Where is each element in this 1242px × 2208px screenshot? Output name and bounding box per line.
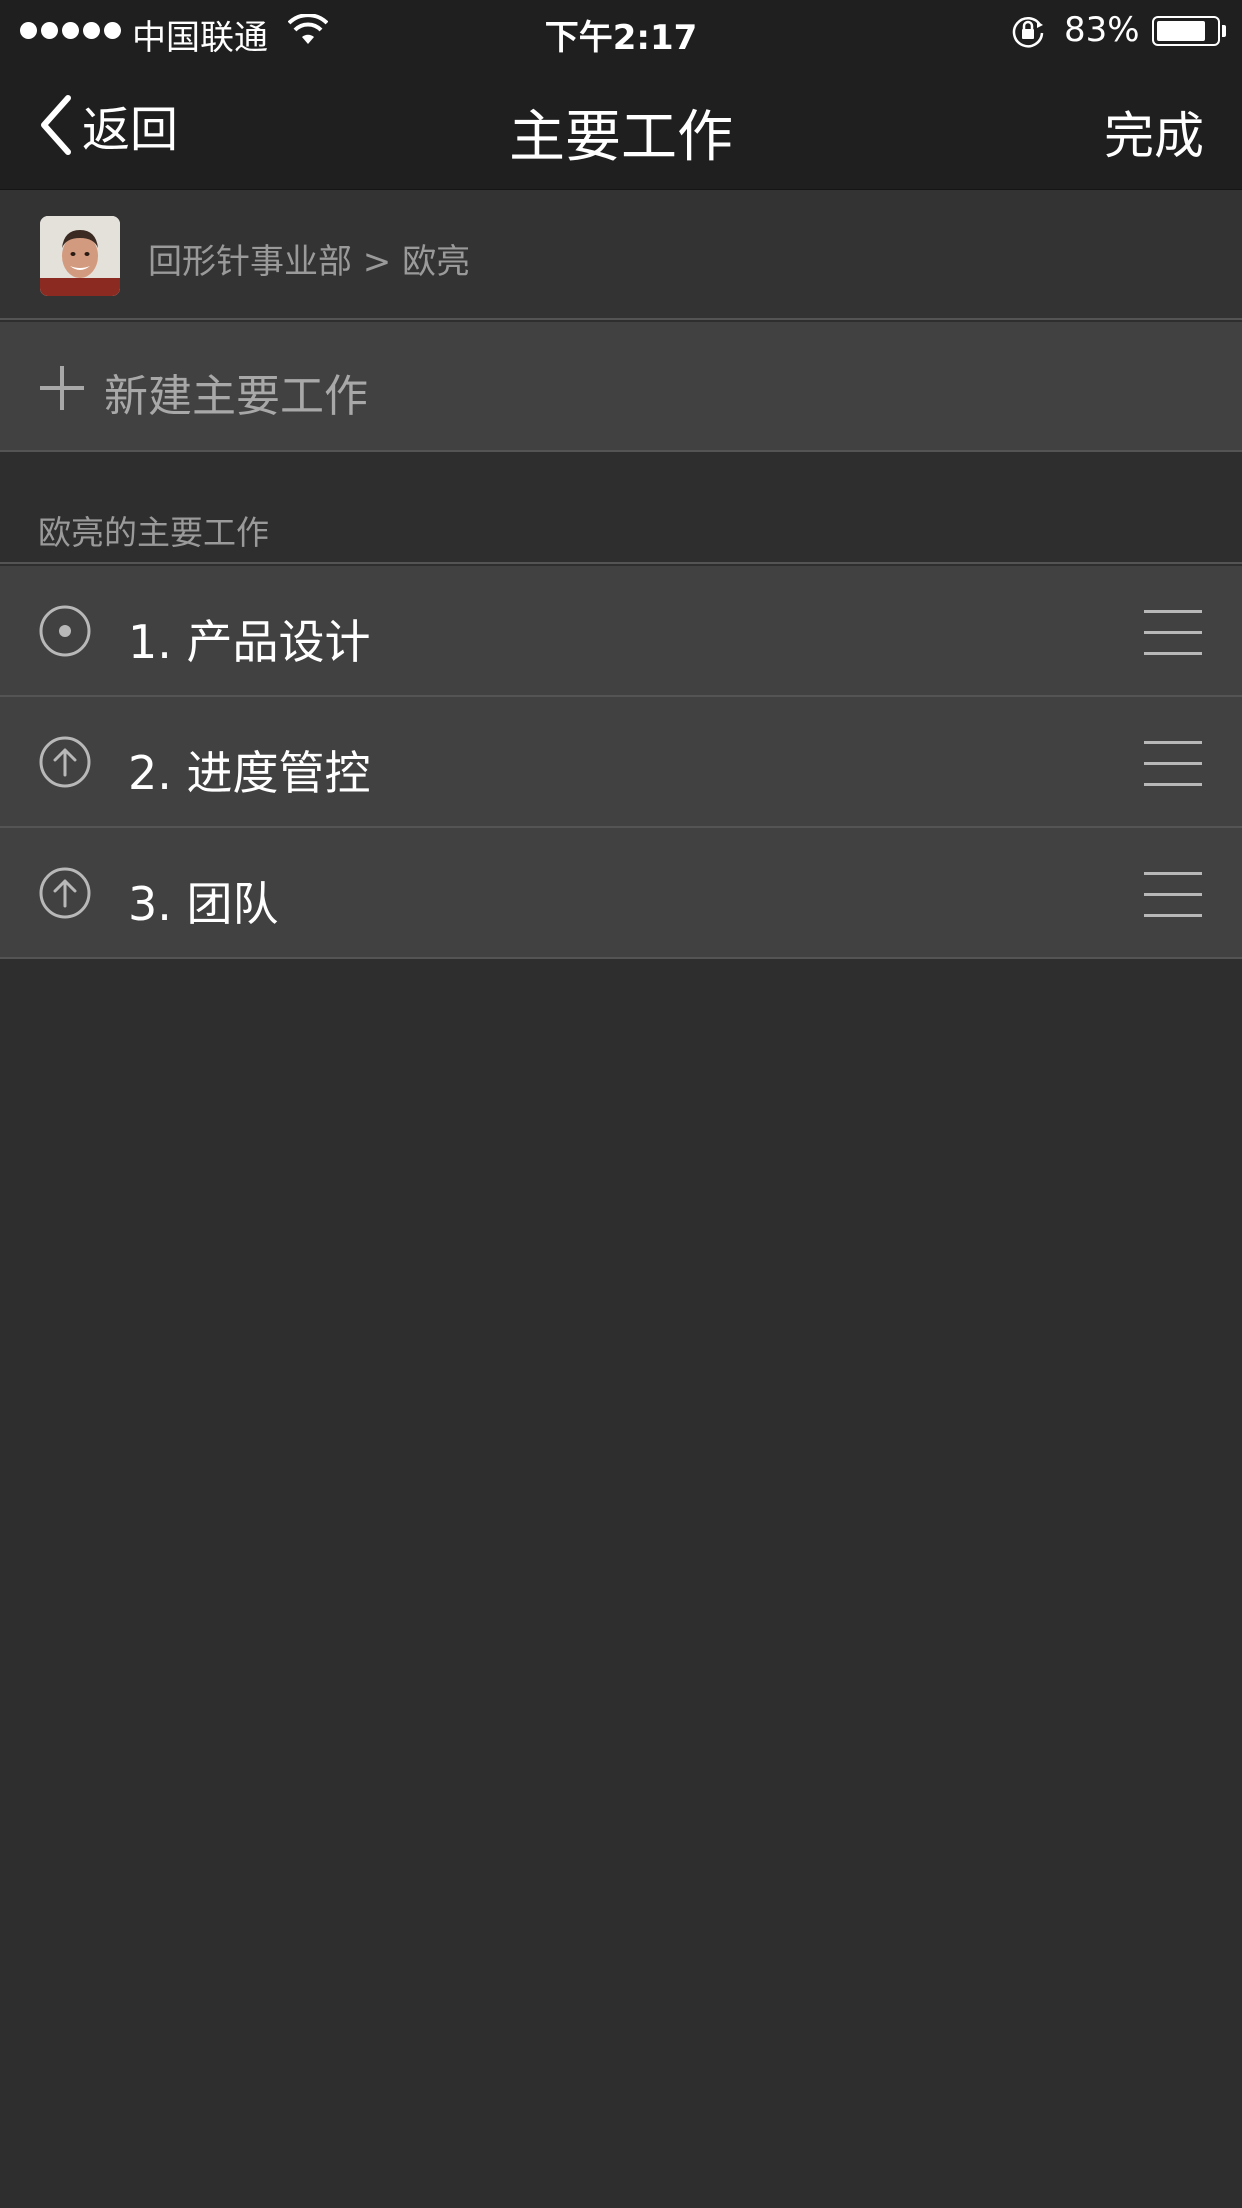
target-dot-icon xyxy=(39,605,91,657)
navigation-bar: 返回 主要工作 完成 xyxy=(0,62,1242,190)
avatar xyxy=(40,216,120,296)
section-header: 欧亮的主要工作 xyxy=(0,454,1242,564)
reorder-handle-icon[interactable] xyxy=(1144,610,1202,656)
reorder-handle-icon[interactable] xyxy=(1144,872,1202,918)
battery-percentage: 83% xyxy=(1064,10,1140,50)
battery-icon xyxy=(1152,16,1220,46)
list-item[interactable]: 3. 团队 xyxy=(0,828,1242,959)
done-button[interactable]: 完成 xyxy=(1104,96,1204,168)
rotation-lock-icon xyxy=(1012,17,1044,48)
list-item[interactable]: 2. 进度管控 xyxy=(0,697,1242,828)
page-title: 主要工作 xyxy=(509,105,733,170)
reorder-handle-icon[interactable] xyxy=(1144,741,1202,787)
battery-tip xyxy=(1222,25,1226,37)
section-title: 欧亮的主要工作 xyxy=(38,513,269,552)
list-item-label: 2. 进度管控 xyxy=(128,746,371,800)
plus-icon xyxy=(40,366,84,410)
arrow-up-circle-icon xyxy=(39,736,91,788)
list-item-label: 1. 产品设计 xyxy=(128,615,371,669)
status-time: 下午2:17 xyxy=(544,18,698,58)
arrow-up-circle-icon xyxy=(39,867,91,919)
list-item[interactable]: 1. 产品设计 xyxy=(0,566,1242,697)
new-main-work-button[interactable]: 新建主要工作 xyxy=(0,322,1242,452)
main-work-list: 1. 产品设计 2. 进度管控 3. 团队 xyxy=(0,566,1242,959)
status-bar: 中国联通 下午2:17 83% xyxy=(0,0,1242,62)
new-main-work-label: 新建主要工作 xyxy=(104,371,368,422)
breadcrumb-path[interactable]: 回形针事业部 > 欧亮 xyxy=(148,234,470,283)
list-item-label: 3. 团队 xyxy=(128,877,279,931)
breadcrumb: 回形针事业部 > 欧亮 xyxy=(0,190,1242,320)
